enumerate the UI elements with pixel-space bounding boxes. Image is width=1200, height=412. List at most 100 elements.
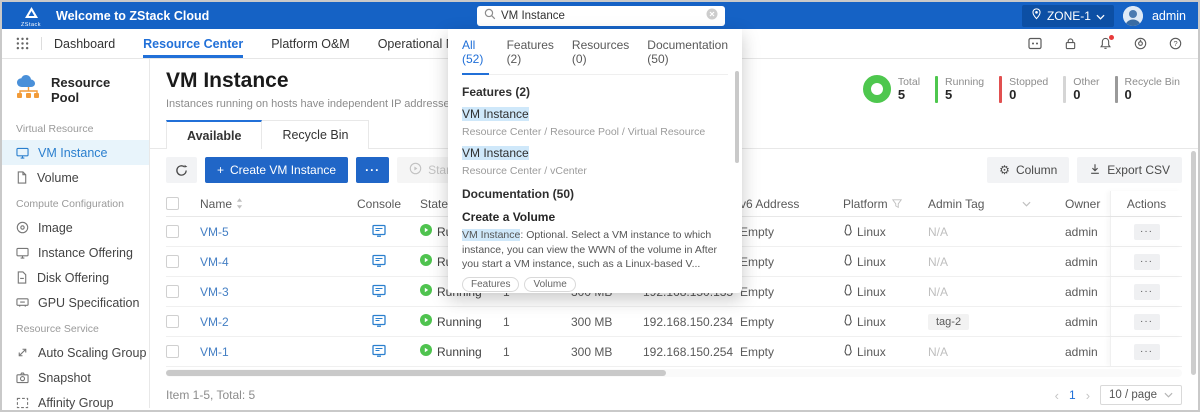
doc-title[interactable]: Create a Volume bbox=[462, 210, 728, 224]
sidebar-item-affinity-group[interactable]: Affinity Group bbox=[2, 390, 149, 412]
zstack-logo[interactable]: ZStack bbox=[14, 5, 48, 27]
item-count-summary: Item 1-5, Total: 5 bbox=[166, 388, 255, 402]
sidebar-title: Resource Pool bbox=[51, 75, 137, 105]
header-actions: Actions bbox=[1110, 191, 1182, 216]
nav-item-resource-center[interactable]: Resource Center bbox=[143, 29, 243, 58]
zone-selector[interactable]: ZONE-1 bbox=[1022, 5, 1114, 27]
export-csv-button[interactable]: Export CSV bbox=[1077, 157, 1182, 183]
sidebar-item-vm-instance[interactable]: VM Instance bbox=[2, 140, 149, 165]
row-checkbox[interactable] bbox=[166, 345, 179, 358]
sidebar-item-snapshot[interactable]: Snapshot bbox=[2, 365, 149, 390]
select-all-checkbox[interactable] bbox=[166, 197, 179, 210]
header-name[interactable]: Name bbox=[200, 197, 232, 211]
header-platform: Platform bbox=[843, 197, 888, 211]
vertical-scrollbar[interactable] bbox=[1191, 151, 1196, 375]
sidebar-item-auto-scaling-group[interactable]: Auto Scaling Group bbox=[2, 340, 149, 365]
search-input[interactable] bbox=[501, 10, 701, 22]
gpu-card-icon bbox=[16, 297, 29, 308]
vm-name-link[interactable]: VM-3 bbox=[200, 285, 229, 299]
console-icon[interactable] bbox=[372, 344, 386, 360]
v6-value: Empty bbox=[740, 345, 843, 359]
sidebar-item-disk-offering[interactable]: Disk Offering bbox=[2, 265, 149, 290]
feature-result-1[interactable]: VM Instance Resource Center / Resource P… bbox=[462, 99, 728, 138]
feature-result-2[interactable]: VM Instance Resource Center / vCenter bbox=[462, 138, 728, 177]
running-state-icon bbox=[420, 344, 432, 359]
filter-icon[interactable] bbox=[892, 199, 902, 209]
location-pin-icon bbox=[1031, 8, 1042, 23]
sidebar-item-gpu-specification[interactable]: GPU Specification bbox=[2, 290, 149, 315]
clear-search-icon[interactable] bbox=[706, 7, 718, 25]
row-actions-button[interactable]: ··· bbox=[1134, 254, 1160, 270]
vm-name-link[interactable]: VM-5 bbox=[200, 225, 229, 239]
row-actions-button[interactable]: ··· bbox=[1134, 224, 1160, 240]
row-checkbox[interactable] bbox=[166, 315, 179, 328]
download-icon bbox=[1089, 163, 1101, 178]
app-grid-icon[interactable] bbox=[16, 37, 29, 50]
console-icon[interactable] bbox=[372, 224, 386, 240]
platform-text: Linux bbox=[857, 345, 886, 359]
record-icon[interactable] bbox=[1134, 37, 1147, 50]
refresh-button[interactable] bbox=[166, 157, 197, 183]
tab-available[interactable]: Available bbox=[166, 120, 262, 149]
sidebar-item-instance-offering[interactable]: Instance Offering bbox=[2, 240, 149, 265]
svg-text:?: ? bbox=[1173, 39, 1177, 48]
console-icon[interactable] bbox=[372, 254, 386, 270]
sidebar-item-image[interactable]: Image bbox=[2, 215, 149, 240]
search-tab-all[interactable]: All (52) bbox=[462, 38, 489, 75]
user-avatar[interactable] bbox=[1123, 6, 1143, 26]
row-checkbox[interactable] bbox=[166, 285, 179, 298]
top-bar: ZStack Welcome to ZStack Cloud ZONE-1 bbox=[2, 2, 1198, 29]
row-actions-button[interactable]: ··· bbox=[1134, 344, 1160, 360]
header-state: State bbox=[420, 197, 448, 211]
chevron-down-icon[interactable] bbox=[1022, 201, 1031, 207]
tab-recycle-bin[interactable]: Recycle Bin bbox=[262, 120, 369, 149]
notification-bell-icon[interactable] bbox=[1099, 37, 1112, 50]
page-number[interactable]: 1 bbox=[1069, 388, 1076, 402]
row-actions-button[interactable]: ··· bbox=[1134, 314, 1160, 330]
create-vm-instance-button[interactable]: + Create VM Instance bbox=[205, 157, 348, 183]
page-icon bbox=[16, 271, 28, 284]
stat-value: 0 bbox=[1125, 88, 1180, 102]
global-search[interactable] bbox=[477, 6, 725, 26]
nav-item-platform-om[interactable]: Platform O&M bbox=[271, 29, 350, 58]
help-icon[interactable]: ? bbox=[1169, 37, 1182, 50]
search-tab-features[interactable]: Features (2) bbox=[507, 38, 554, 75]
doc-result-create-a-volume[interactable]: Create a Volume VM Instance: Optional. S… bbox=[462, 210, 728, 292]
resource-pool-icon bbox=[14, 75, 42, 105]
search-tab-documentation[interactable]: Documentation (50) bbox=[647, 38, 728, 75]
sidebar-item-volume[interactable]: Volume bbox=[2, 165, 149, 190]
chevron-down-icon bbox=[1164, 392, 1173, 398]
horizontal-scrollbar[interactable] bbox=[166, 370, 666, 376]
stat-value: 5 bbox=[898, 88, 920, 102]
user-name[interactable]: admin bbox=[1152, 9, 1186, 23]
page-size-select[interactable]: 10 / page bbox=[1100, 385, 1182, 405]
search-results-panel: All (52) Features (2) Resources (0) Docu… bbox=[448, 29, 742, 293]
v6-value: Empty bbox=[740, 285, 843, 299]
state-text: Running bbox=[437, 345, 482, 359]
vm-name-link[interactable]: VM-4 bbox=[200, 255, 229, 269]
result-title[interactable]: VM Instance bbox=[462, 107, 529, 121]
header-console: Console bbox=[338, 197, 420, 211]
sort-icon[interactable] bbox=[236, 198, 243, 209]
search-tab-resources[interactable]: Resources (0) bbox=[572, 38, 629, 75]
console-window-icon[interactable] bbox=[1028, 37, 1042, 50]
vm-name-link[interactable]: VM-2 bbox=[200, 315, 229, 329]
panel-scrollbar[interactable] bbox=[735, 71, 739, 163]
prev-page-button[interactable]: ‹ bbox=[1055, 388, 1059, 403]
play-circle-icon bbox=[409, 162, 422, 178]
stat-value: 5 bbox=[945, 88, 984, 102]
next-page-button[interactable]: › bbox=[1086, 388, 1090, 403]
row-checkbox[interactable] bbox=[166, 225, 179, 238]
vm-name-link[interactable]: VM-1 bbox=[200, 345, 229, 359]
chevron-down-icon bbox=[1096, 9, 1105, 23]
more-actions-button[interactable]: ··· bbox=[356, 157, 389, 183]
console-icon[interactable] bbox=[372, 314, 386, 330]
row-checkbox[interactable] bbox=[166, 255, 179, 268]
console-icon[interactable] bbox=[372, 284, 386, 300]
column-settings-button[interactable]: ⚙ Column bbox=[987, 157, 1069, 183]
result-title[interactable]: VM Instance bbox=[462, 146, 529, 160]
row-actions-button[interactable]: ··· bbox=[1134, 284, 1160, 300]
lock-icon[interactable] bbox=[1064, 37, 1077, 50]
export-label: Export CSV bbox=[1107, 163, 1170, 177]
nav-item-dashboard[interactable]: Dashboard bbox=[54, 29, 115, 58]
